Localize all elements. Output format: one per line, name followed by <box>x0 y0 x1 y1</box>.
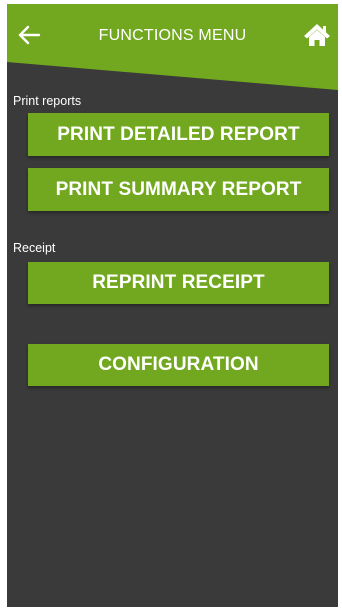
home-button[interactable] <box>303 21 331 49</box>
home-icon <box>304 24 330 46</box>
functions-menu-screen: FUNCTIONS MENU Print reports PRINT DETAI… <box>7 4 338 607</box>
print-detailed-report-button[interactable]: PRINT DETAILED REPORT <box>28 113 329 156</box>
configuration-button[interactable]: CONFIGURATION <box>28 344 329 386</box>
page-title: FUNCTIONS MENU <box>98 27 247 44</box>
arrow-left-icon <box>18 25 41 45</box>
print-summary-report-button[interactable]: PRINT SUMMARY REPORT <box>28 168 329 211</box>
reprint-receipt-button[interactable]: REPRINT RECEIPT <box>28 262 329 304</box>
print-reports-section-label: Print reports <box>13 94 82 108</box>
header-bar: FUNCTIONS MENU <box>7 4 338 90</box>
receipt-section-label: Receipt <box>13 241 56 255</box>
back-button[interactable] <box>17 22 43 48</box>
